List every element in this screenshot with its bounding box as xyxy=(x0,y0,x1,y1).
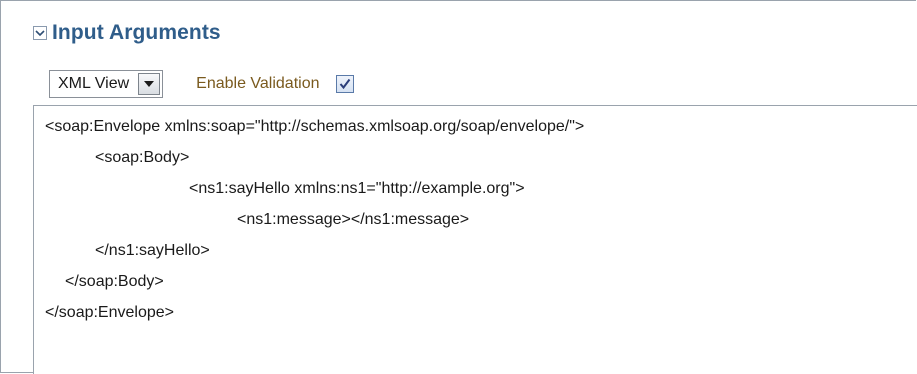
section-title: Input Arguments xyxy=(52,21,221,44)
dropdown-arrow-icon[interactable] xyxy=(138,73,161,95)
xml-line: </soap:Body> xyxy=(65,273,164,290)
xml-line: <soap:Body> xyxy=(95,149,190,166)
xml-line: <ns1:message></ns1:message> xyxy=(237,211,470,228)
xml-editor[interactable]: <soap:Envelope xmlns:soap="http://schema… xyxy=(33,105,917,374)
enable-validation-label: Enable Validation xyxy=(196,75,320,92)
xml-line: <soap:Envelope xmlns:soap="http://schema… xyxy=(45,118,585,135)
enable-validation-checkbox[interactable] xyxy=(335,75,354,93)
view-mode-select[interactable]: XML View xyxy=(49,70,164,98)
checkmark-icon xyxy=(339,78,350,90)
editor-controls: XML View Enable Validation xyxy=(49,69,354,99)
section-header[interactable]: Input Arguments xyxy=(33,19,221,47)
xml-line: <ns1:sayHello xmlns:ns1="http://example.… xyxy=(189,180,525,197)
xml-line: </soap:Envelope> xyxy=(45,304,174,321)
input-arguments-panel: Input Arguments XML View Enable Validati… xyxy=(0,0,917,374)
xml-line: </ns1:sayHello> xyxy=(95,242,210,259)
chevron-down-icon[interactable] xyxy=(33,26,47,40)
view-mode-value: XML View xyxy=(58,75,130,92)
